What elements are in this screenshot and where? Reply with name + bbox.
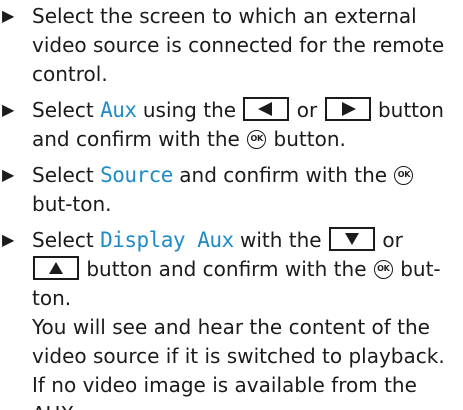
note-paragraph: You will see and hear the content of the… — [32, 315, 445, 410]
step-text: and confirm with the — [172, 163, 394, 187]
step-text-pre: Select — [32, 98, 101, 122]
step-text: Select the screen to which an external v… — [32, 4, 445, 86]
step-select-screen: ▶ Select the screen to which an external… — [0, 2, 463, 89]
step-text: using the — [136, 98, 243, 122]
step-text-pre: Select — [32, 163, 101, 187]
step-text: or — [290, 98, 324, 122]
step-text-pre: Select — [32, 228, 101, 252]
ok-button-icon: OK — [394, 166, 414, 185]
menu-item-source: Source — [100, 163, 173, 187]
bullet-arrow-icon: ▶ — [2, 100, 15, 119]
ok-button-icon: OK — [247, 130, 267, 149]
step-text: with the — [233, 228, 328, 252]
menu-item-display-aux: Display Aux — [100, 228, 234, 252]
step-select-aux: ▶ Select Aux using the or button and con… — [0, 96, 463, 154]
manual-page: ▶ Select the screen to which an external… — [0, 0, 463, 410]
step-text: button and confirm with the — [80, 257, 373, 281]
bullet-arrow-icon: ▶ — [2, 6, 15, 25]
step-select-display-aux: ▶ Select Display Aux with the or button … — [0, 226, 463, 313]
step-text-post: button. — [267, 127, 346, 151]
bullet-arrow-icon: ▶ — [2, 230, 15, 249]
left-arrow-button-icon — [243, 97, 290, 121]
bullet-arrow-icon: ▶ — [2, 165, 15, 184]
ok-button-icon: OK — [373, 260, 393, 279]
up-arrow-button-icon — [33, 256, 79, 280]
step-text-post: but-ton. — [32, 192, 112, 216]
right-arrow-button-icon — [324, 97, 371, 121]
step-text: or — [375, 228, 403, 252]
down-arrow-button-icon — [328, 227, 375, 251]
step-select-source: ▶ Select Source and confirm with the OK … — [0, 161, 463, 219]
menu-item-aux: Aux — [100, 98, 137, 122]
